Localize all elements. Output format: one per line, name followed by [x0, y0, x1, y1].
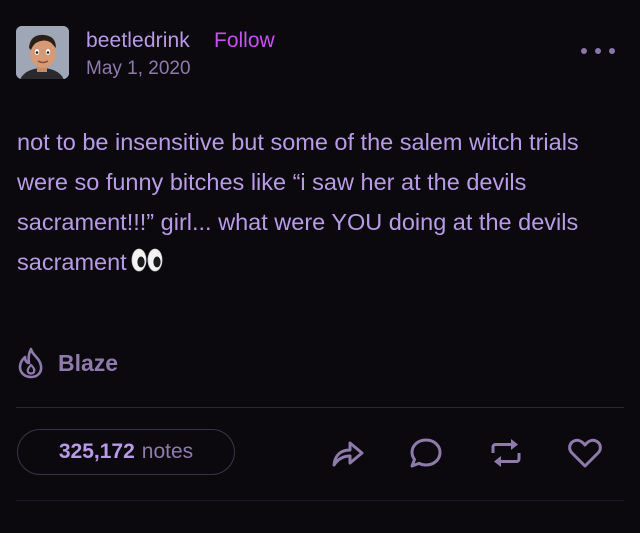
- like-icon: [568, 438, 602, 468]
- more-options-icon[interactable]: [581, 44, 615, 58]
- divider: [16, 500, 624, 501]
- notes-count: 325,172: [58, 440, 135, 463]
- post-date[interactable]: May 1, 2020: [86, 58, 191, 80]
- post-author[interactable]: beetledrink: [86, 29, 190, 53]
- share-icon: [332, 441, 364, 467]
- dot: [609, 48, 615, 54]
- reply-icon: [410, 438, 442, 468]
- reply-button[interactable]: [406, 433, 446, 473]
- flame-icon: [18, 347, 43, 379]
- blaze-label: Blaze: [58, 349, 119, 376]
- post-card: beetledrink Follow May 1, 2020 not to be…: [0, 0, 640, 533]
- divider: [16, 407, 624, 408]
- dot: [595, 48, 601, 54]
- post-text: not to be insensitive but some of the sa…: [17, 129, 579, 275]
- avatar[interactable]: [16, 26, 69, 79]
- share-button[interactable]: [328, 433, 368, 473]
- reblog-button[interactable]: [486, 433, 526, 473]
- eyes-emoji-icon: [131, 245, 163, 285]
- notes-button[interactable]: 325,172 notes: [17, 429, 235, 475]
- follow-button[interactable]: Follow: [214, 29, 275, 53]
- like-button[interactable]: [565, 433, 605, 473]
- post-body: not to be insensitive but some of the sa…: [17, 122, 623, 285]
- dot: [581, 48, 587, 54]
- avatar-image: [16, 26, 69, 79]
- blaze-button[interactable]: Blaze: [16, 345, 118, 381]
- reblog-icon: [491, 439, 521, 467]
- notes-label: notes: [141, 440, 194, 463]
